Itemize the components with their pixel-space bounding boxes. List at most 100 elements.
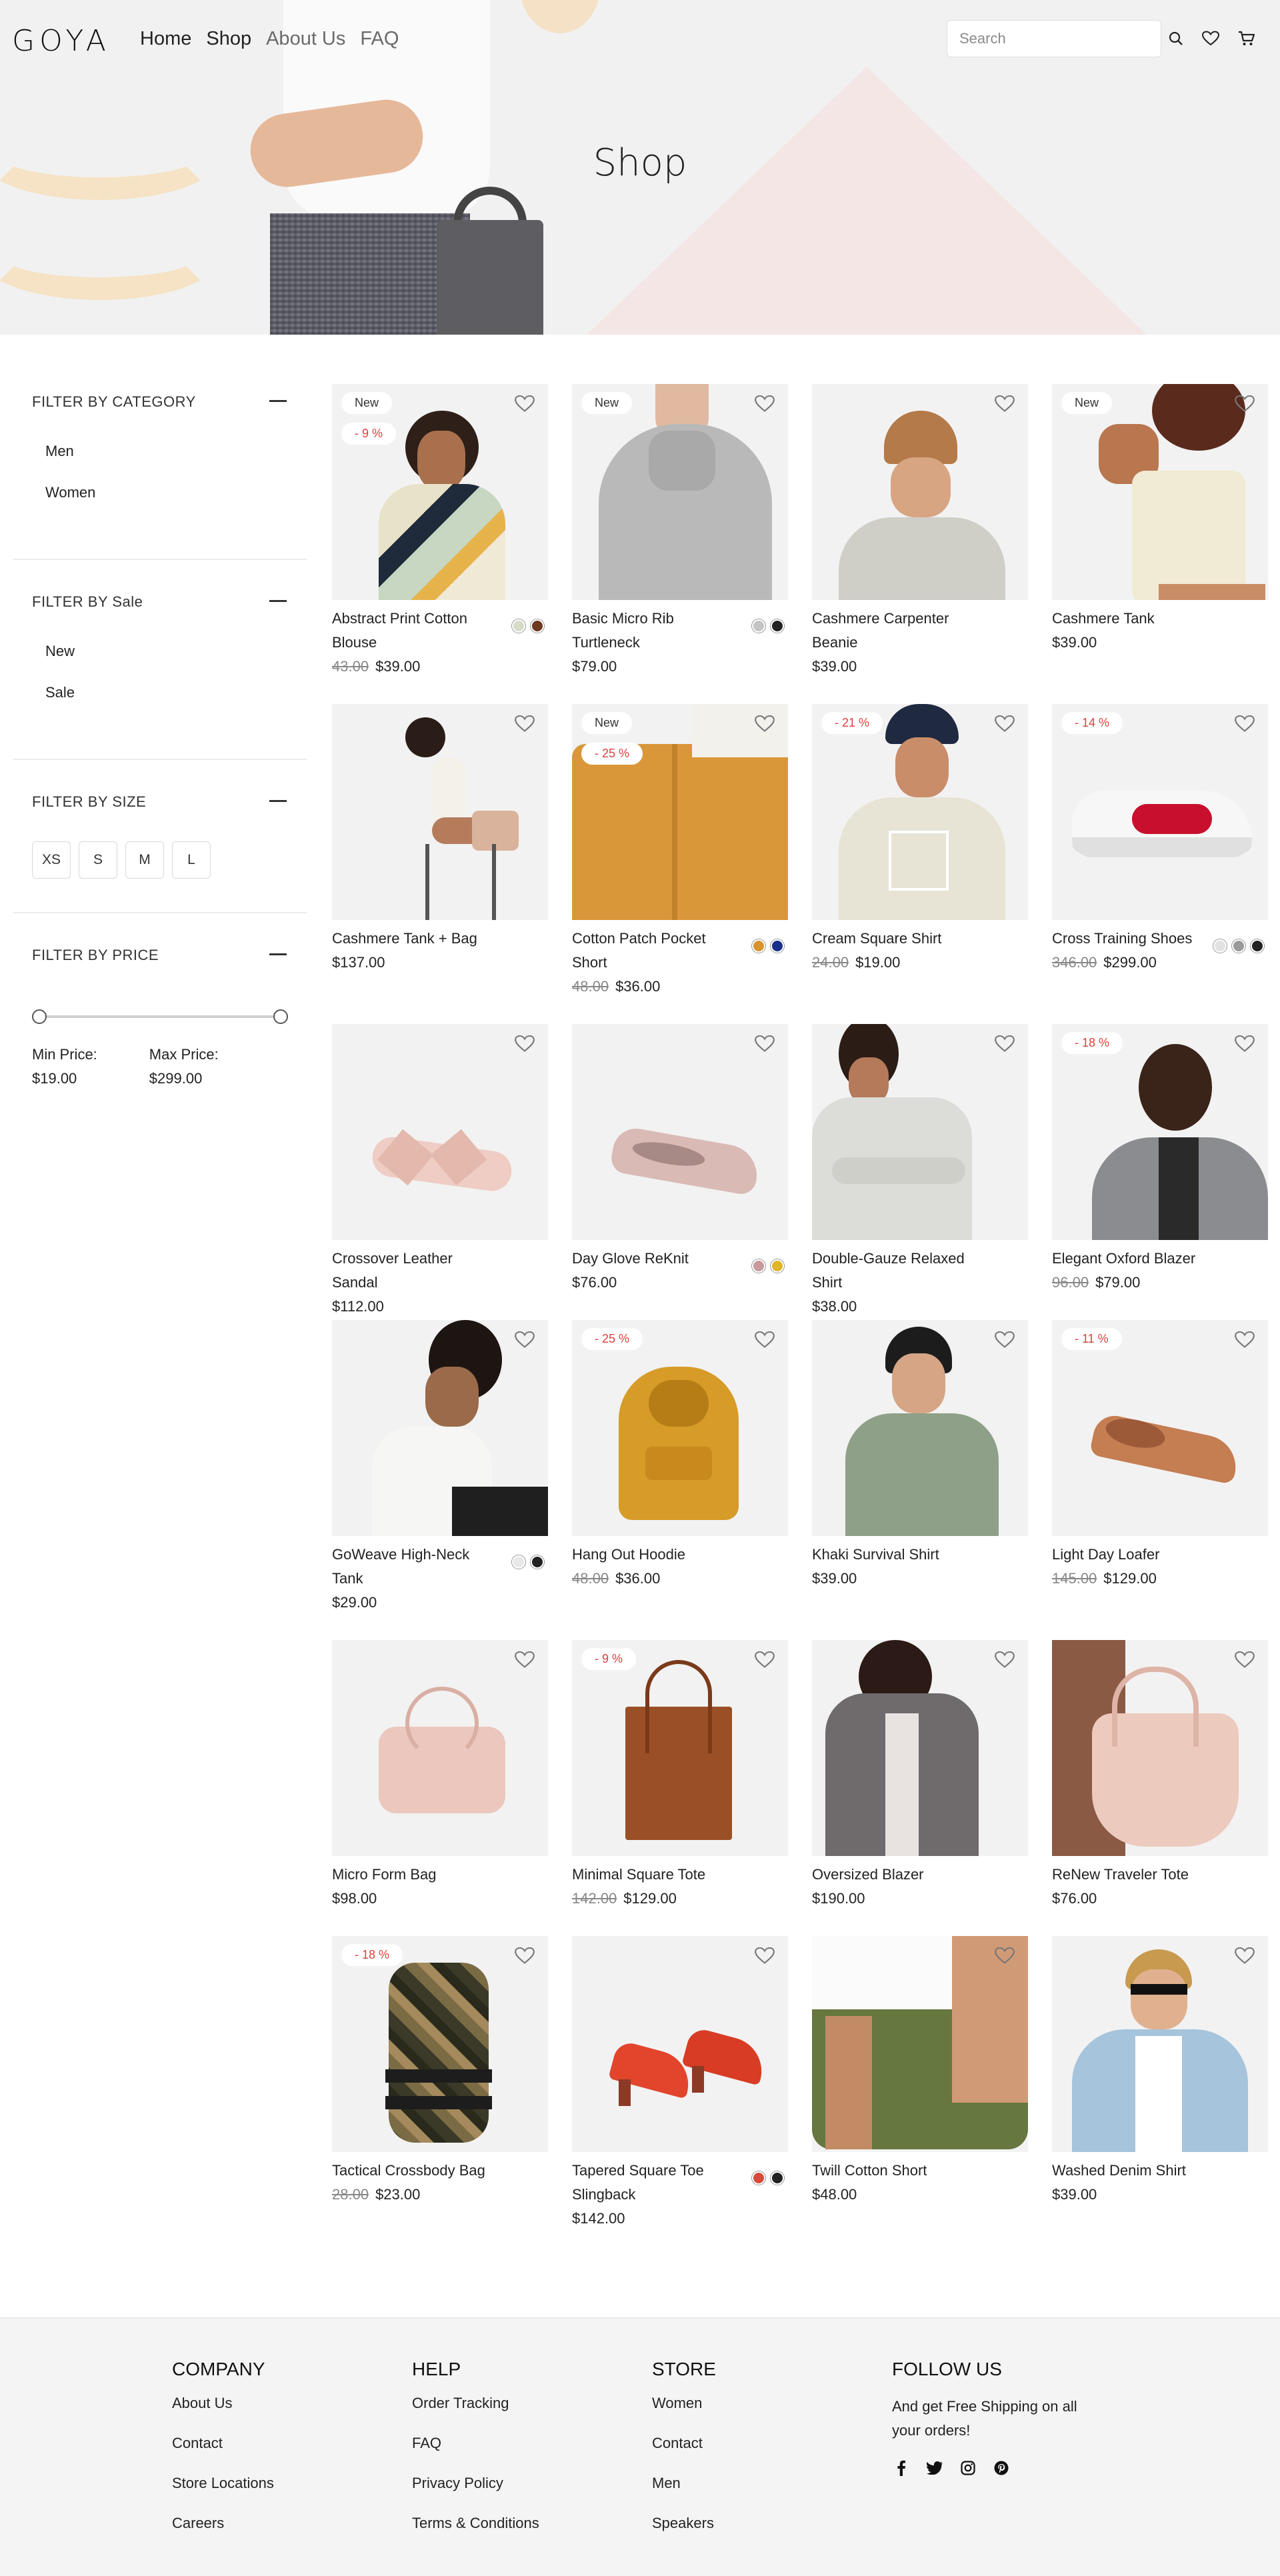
filter-option-women[interactable]: Women <box>45 484 288 525</box>
product-image[interactable] <box>332 1640 548 1856</box>
footer-link[interactable]: FAQ <box>412 2435 639 2475</box>
instagram-icon[interactable] <box>959 2459 977 2477</box>
filter-option-new[interactable]: New <box>45 643 288 684</box>
product-image[interactable]: - 14 % <box>1052 704 1268 920</box>
product-image[interactable]: - 25 % <box>572 1320 788 1536</box>
product-card[interactable]: - 18 % Elegant Oxford Blazer 96.00 $79.00 <box>1052 1024 1268 1295</box>
product-image[interactable]: - 18 % <box>1052 1024 1268 1240</box>
collapse-icon[interactable] <box>269 800 287 802</box>
product-image[interactable] <box>812 1640 1028 1856</box>
pinterest-icon[interactable] <box>992 2459 1011 2477</box>
wishlist-heart-icon[interactable] <box>515 1651 537 1673</box>
product-card[interactable]: Micro Form Bag $98.00 <box>332 1640 548 1911</box>
product-card[interactable]: Day Glove ReKnit $76.00 <box>572 1024 788 1295</box>
wishlist-heart-icon[interactable] <box>995 1331 1017 1353</box>
product-card[interactable]: New - 9 % Abstract Print Cotton Blouse 43.0… <box>332 384 548 679</box>
product-name[interactable]: Khaki Survival Shirt <box>812 1543 1028 1567</box>
nav-about-us[interactable]: About Us <box>266 28 345 50</box>
product-image[interactable]: New <box>572 384 788 600</box>
product-image[interactable] <box>572 1024 788 1240</box>
wishlist-heart-icon[interactable] <box>1235 395 1257 417</box>
footer-link[interactable]: Terms & Conditions <box>412 2515 639 2555</box>
product-name[interactable]: Oversized Blazer <box>812 1863 1028 1887</box>
color-swatch[interactable] <box>771 619 784 633</box>
product-image[interactable] <box>1052 1640 1268 1856</box>
footer-link[interactable]: About Us <box>172 2395 399 2435</box>
wishlist-heart-icon[interactable] <box>1235 715 1257 737</box>
logo[interactable]: GOYA <box>12 24 111 58</box>
product-image[interactable] <box>812 1936 1028 2152</box>
product-image[interactable] <box>332 1320 548 1536</box>
nav-home[interactable]: Home <box>140 28 191 50</box>
size-option-xs[interactable]: XS <box>32 841 71 879</box>
color-swatch[interactable] <box>531 1555 544 1569</box>
product-image[interactable] <box>332 704 548 920</box>
color-swatch[interactable] <box>752 619 765 633</box>
facebook-icon[interactable] <box>892 2459 911 2477</box>
product-card[interactable]: Cashmere Tank + Bag $137.00 <box>332 704 548 975</box>
wishlist-heart-icon[interactable] <box>995 715 1017 737</box>
product-name[interactable]: Crossover Leather Sandal <box>332 1247 548 1295</box>
wishlist-heart-icon[interactable] <box>755 1331 777 1353</box>
wishlist-heart-icon[interactable] <box>755 1947 777 1969</box>
price-max-handle[interactable] <box>273 1009 288 1024</box>
product-card[interactable]: ReNew Traveler Tote $76.00 <box>1052 1640 1268 1911</box>
wishlist-icon[interactable] <box>1197 25 1224 52</box>
product-name[interactable]: Minimal Square Tote <box>572 1863 788 1887</box>
filter-option-sale[interactable]: Sale <box>45 684 288 725</box>
product-card[interactable]: - 21 % Cream Square Shirt 24.00 $19.00 <box>812 704 1028 975</box>
footer-link[interactable]: Contact <box>172 2435 399 2475</box>
product-name[interactable]: Elegant Oxford Blazer <box>1052 1247 1268 1271</box>
search-icon[interactable] <box>1163 25 1189 52</box>
footer-link[interactable]: Order Tracking <box>412 2395 639 2435</box>
product-name[interactable]: Washed Denim Shirt <box>1052 2159 1268 2183</box>
cart-icon[interactable] <box>1233 25 1260 52</box>
product-card[interactable]: - 18 % Tactical Crossbody Bag 28.00 $23.00 <box>332 1936 548 2207</box>
filter-option-men[interactable]: Men <box>45 443 288 484</box>
wishlist-heart-icon[interactable] <box>515 1331 537 1353</box>
color-swatch[interactable] <box>752 1259 765 1273</box>
wishlist-heart-icon[interactable] <box>755 395 777 417</box>
footer-link[interactable]: Contact <box>652 2435 879 2475</box>
product-image[interactable]: New - 9 % <box>332 384 548 600</box>
product-image[interactable] <box>572 1936 788 2152</box>
product-name[interactable]: Hang Out Hoodie <box>572 1543 788 1567</box>
wishlist-heart-icon[interactable] <box>995 1035 1017 1057</box>
product-name[interactable]: Cashmere Tank <box>1052 607 1268 631</box>
product-card[interactable]: - 25 % Hang Out Hoodie 48.00 $36.00 <box>572 1320 788 1591</box>
product-card[interactable]: Oversized Blazer $190.00 <box>812 1640 1028 1911</box>
color-swatch[interactable] <box>752 939 765 953</box>
product-name[interactable]: Double-Gauze Relaxed Shirt <box>812 1247 1028 1295</box>
product-name[interactable]: Micro Form Bag <box>332 1863 548 1887</box>
color-swatch[interactable] <box>771 2171 784 2185</box>
product-name[interactable]: Cashmere Tank + Bag <box>332 927 548 951</box>
collapse-icon[interactable] <box>269 953 287 955</box>
wishlist-heart-icon[interactable] <box>755 1035 777 1057</box>
product-card[interactable]: GoWeave High-Neck Tank $29.00 <box>332 1320 548 1615</box>
color-swatch[interactable] <box>512 619 525 633</box>
search-input[interactable] <box>947 21 1161 57</box>
product-name[interactable]: Cashmere Carpenter Beanie <box>812 607 1028 655</box>
price-min-handle[interactable] <box>32 1009 47 1024</box>
product-image[interactable]: - 18 % <box>332 1936 548 2152</box>
nav-faq[interactable]: FAQ <box>360 28 399 50</box>
product-name[interactable]: ReNew Traveler Tote <box>1052 1863 1268 1887</box>
product-image[interactable] <box>1052 1936 1268 2152</box>
twitter-icon[interactable] <box>925 2459 944 2477</box>
product-name[interactable]: Light Day Loafer <box>1052 1543 1268 1567</box>
wishlist-heart-icon[interactable] <box>515 395 537 417</box>
product-name[interactable]: Cream Square Shirt <box>812 927 1028 951</box>
wishlist-heart-icon[interactable] <box>1235 1947 1257 1969</box>
color-swatch[interactable] <box>1213 939 1227 953</box>
product-card[interactable]: New Basic Micro Rib Turtleneck $79.00 <box>572 384 788 679</box>
product-image[interactable] <box>812 1320 1028 1536</box>
color-swatch[interactable] <box>531 619 544 633</box>
product-image[interactable] <box>812 1024 1028 1240</box>
product-card[interactable]: Khaki Survival Shirt $39.00 <box>812 1320 1028 1591</box>
nav-shop[interactable]: Shop <box>206 28 251 50</box>
color-swatch[interactable] <box>512 1555 525 1569</box>
size-option-l[interactable]: L <box>172 841 211 879</box>
color-swatch[interactable] <box>1251 939 1264 953</box>
product-image[interactable] <box>812 384 1028 600</box>
wishlist-heart-icon[interactable] <box>1235 1035 1257 1057</box>
